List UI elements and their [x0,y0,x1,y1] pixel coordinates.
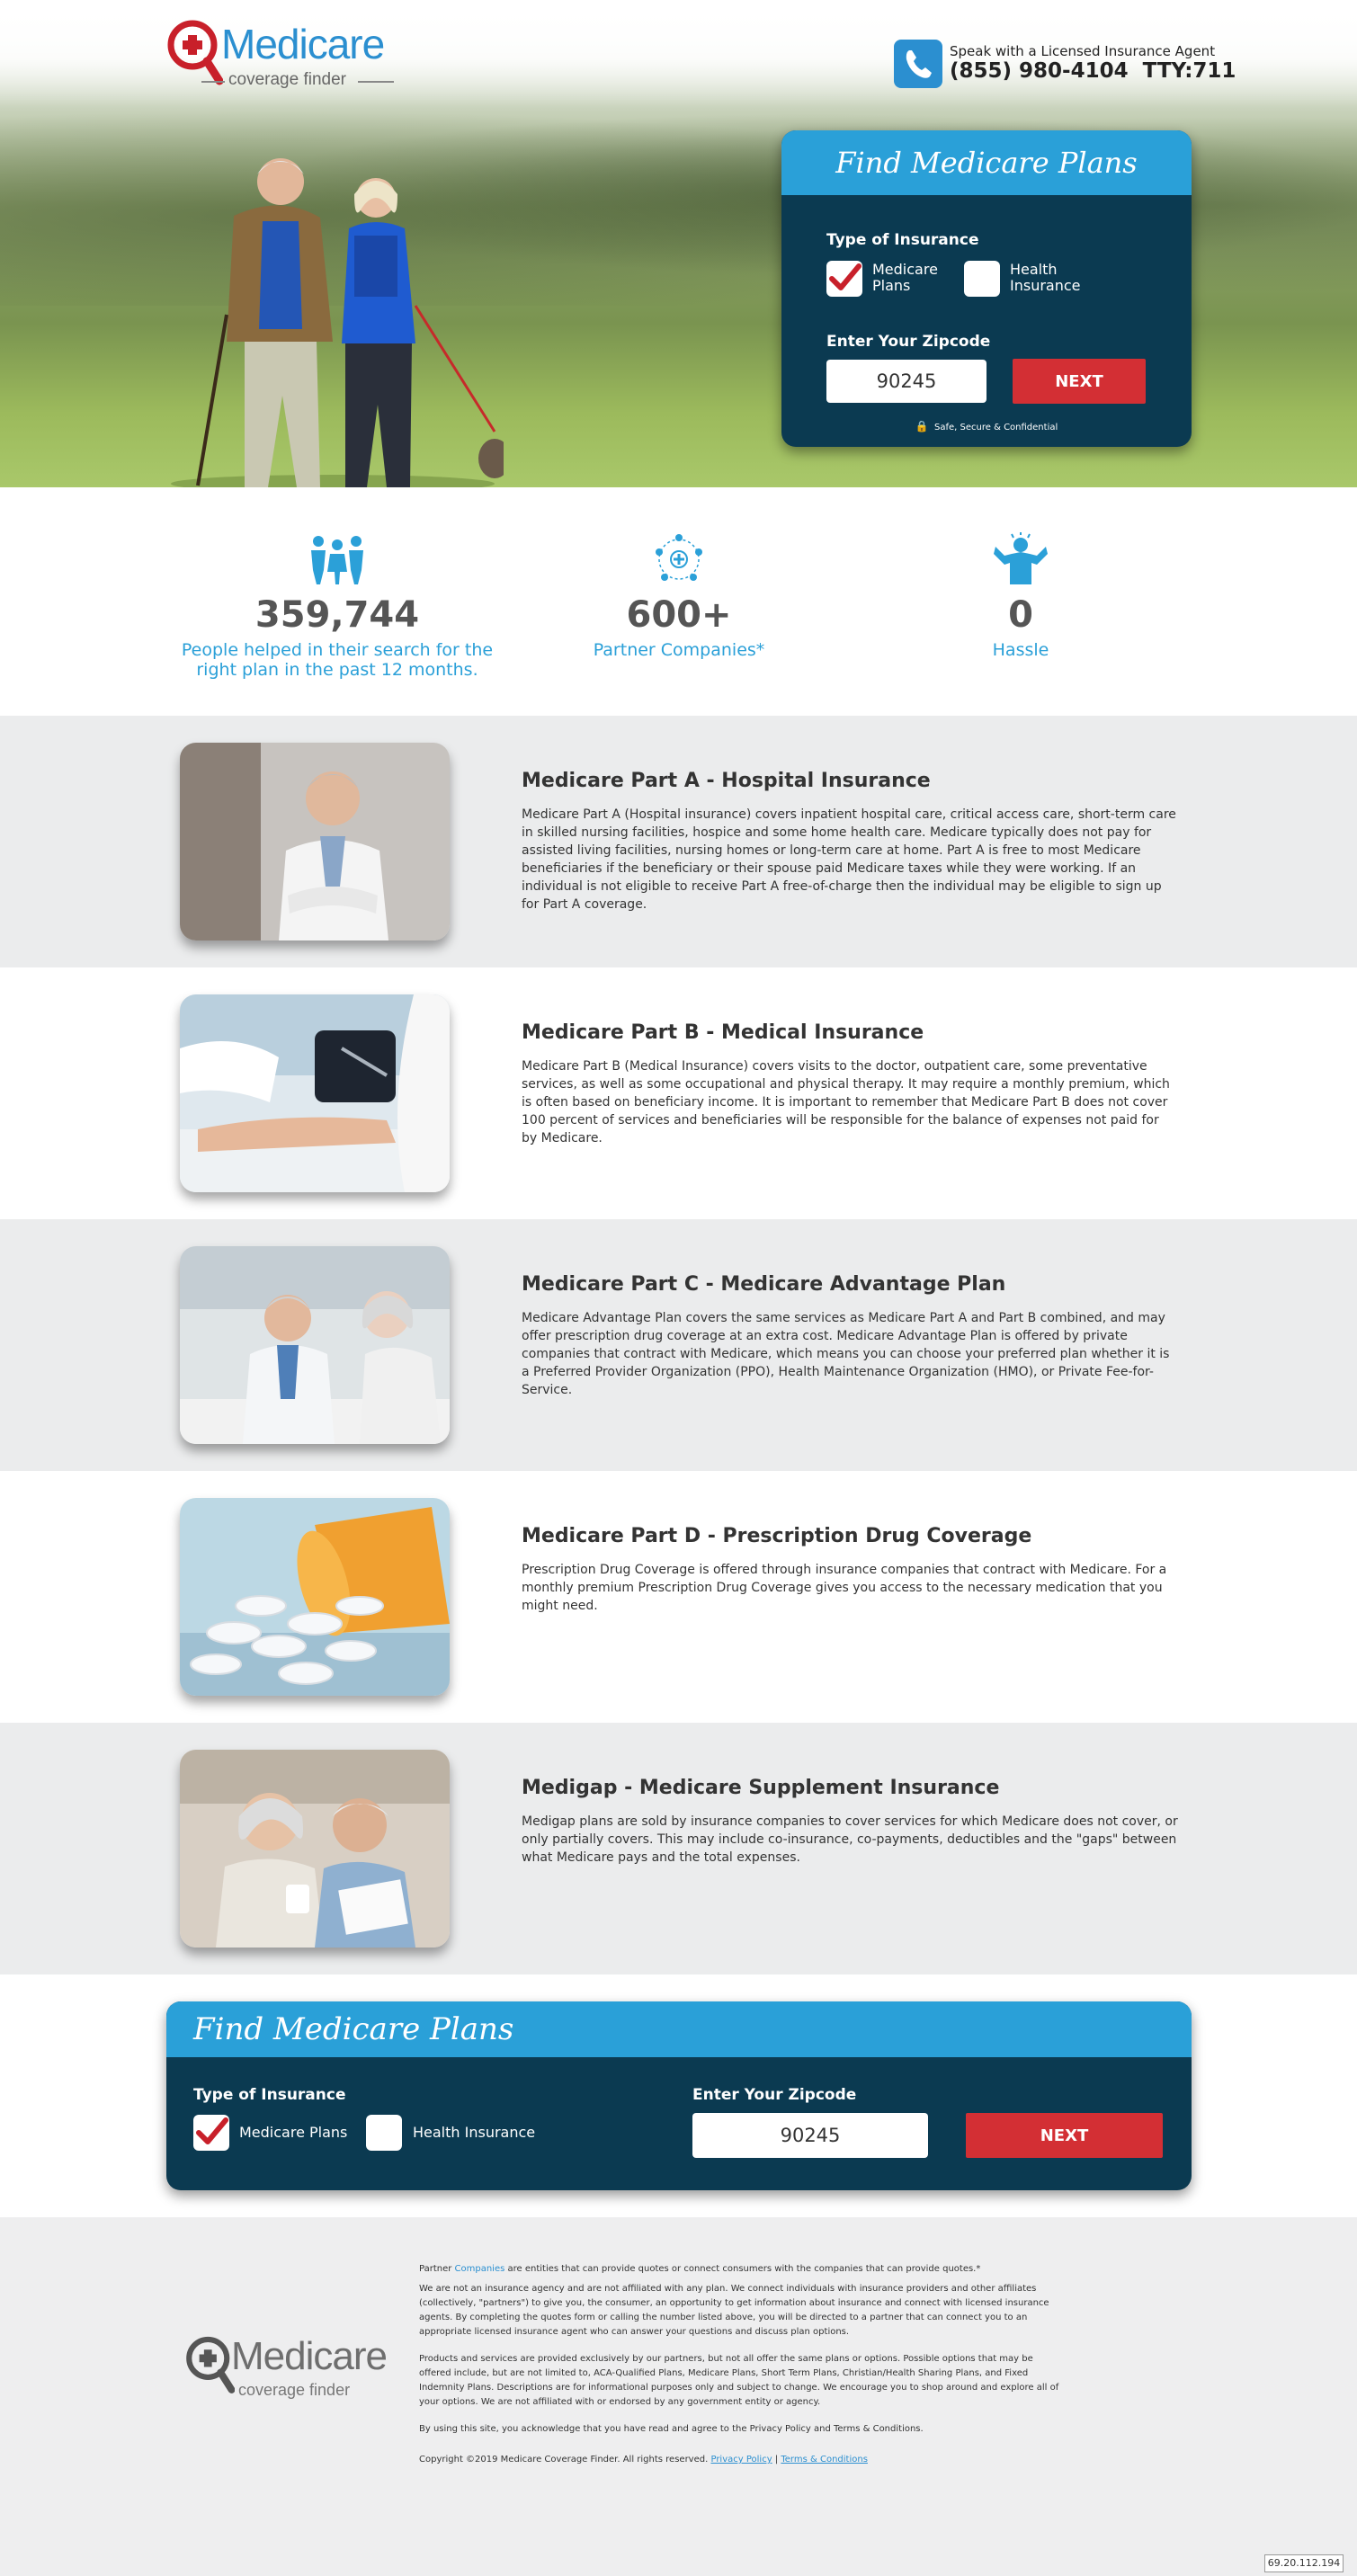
logo-rule-right [358,81,394,83]
logo-wordmark: Medicare [221,21,385,67]
acknowledge-text: By using this site, you acknowledge that… [419,2424,924,2434]
stats-bar: 359,744 People helped in their search fo… [0,487,1357,716]
header-phone-contact[interactable]: Speak with a Licensed Insurance Agent (8… [894,40,1236,90]
section-text: Medicare Part B (Medical Insurance) cove… [522,1059,1170,1145]
brand-logo[interactable]: Medicare coverage finder [165,18,417,99]
section-text: Medicare Part A (Hospital insurance) cov… [522,807,1176,912]
section-title: Medicare Part C - Medicare Advantage Pla… [522,1273,1006,1296]
section-title: Medicare Part B - Medical Insurance [522,1021,924,1044]
lock-icon: 🔒 [915,420,929,432]
medicare-plans-checkbox[interactable] [826,261,862,297]
doctor-portrait-image [180,743,450,940]
section-part-a: Medicare Part A - Hospital Insurance Med… [0,716,1357,967]
zipcode-label: Enter Your Zipcode [692,2086,857,2104]
section-part-b: Medicare Part B - Medical Insurance Medi… [0,967,1357,1219]
stat-people-text: People helped in their search for the ri… [181,640,494,680]
stat-hassle-text: Hassle [992,640,1049,660]
section-title: Medigap - Medicare Supplement Insurance [522,1777,1000,1799]
network-icon [656,534,702,581]
stat-partners: 600+ Partner Companies* [508,532,850,660]
hero-couple-image [171,158,504,487]
health-insurance-checkbox[interactable] [964,261,1000,297]
health-insurance-label[interactable]: Health Insurance [413,2125,535,2141]
section-text: Medigap plans are sold by insurance comp… [522,1814,1178,1865]
insurance-type-label: Type of Insurance [826,231,979,249]
doctor-consultation-image [180,1246,450,1444]
bottom-quote-form: Find Medicare Plans Type of Insurance Me… [166,2001,1192,2190]
partner-disclaimer: Partner Companies are entities that can … [419,2264,981,2274]
people-icon [311,536,363,584]
health-insurance-label[interactable]: Health Insurance [1010,262,1091,294]
next-button[interactable]: NEXT [1013,359,1146,404]
companies-link[interactable]: Companies [455,2264,505,2274]
section-part-c: Medicare Part C - Medicare Advantage Pla… [0,1219,1357,1471]
medicare-plans-label[interactable]: Medicare Plans [872,262,944,294]
zipcode-input[interactable] [826,360,987,403]
health-insurance-checkbox[interactable] [366,2115,402,2151]
medicare-plans-checkbox[interactable] [193,2115,229,2151]
logo-rule-left [201,81,225,83]
checkmark-icon [829,263,862,290]
hero-quote-form: Find Medicare Plans Type of Insurance Me… [781,130,1192,447]
magnifier-cross-icon [186,2336,235,2393]
phone-caption: Speak with a Licensed Insurance Agent [950,43,1216,59]
stat-hassle-number: 0 [1008,594,1033,636]
bottom-form-section: Find Medicare Plans Type of Insurance Me… [0,1974,1357,2217]
stat-partners-text: Partner Companies* [593,640,765,660]
magnifier-cross-icon [167,20,223,85]
insurance-type-label: Type of Insurance [193,2086,346,2104]
footer: Medicare coverage finder Partner Compani… [0,2217,1357,2576]
copyright-line: Copyright ©2019 Medicare Coverage Finder… [419,2455,868,2465]
hero-banner: Medicare coverage finder Speak with a Li… [0,0,1357,487]
section-title: Medicare Part D - Prescription Drug Cove… [522,1525,1032,1547]
stat-hassle: 0 Hassle [850,532,1192,660]
logo-wordmark: Medicare [231,2334,388,2378]
zipcode-input[interactable] [692,2113,928,2158]
medicare-plans-label[interactable]: Medicare Plans [239,2125,347,2141]
next-button[interactable]: NEXT [966,2113,1163,2158]
phone-number[interactable]: (855) 980-4104 TTY:711 [950,59,1236,83]
stat-people-helped: 359,744 People helped in their search fo… [166,532,508,680]
hero-form-title: Find Medicare Plans [781,130,1192,195]
no-stress-icon [994,532,1048,584]
secure-notice: 🔒 Safe, Secure & Confidential [915,420,1058,432]
terms-link[interactable]: Terms & Conditions [781,2455,868,2465]
checkmark-icon [196,2117,228,2144]
pills-bottle-image [180,1498,450,1696]
logo-tagline: coverage finder [228,70,346,89]
agency-disclaimer: We are not an insurance agency and are n… [419,2284,1049,2337]
phone-icon [894,40,942,88]
stat-people-number: 359,744 [254,594,420,636]
bottom-form-title: Find Medicare Plans [166,2001,1192,2057]
logo-tagline: coverage finder [238,2381,351,2399]
zipcode-label: Enter Your Zipcode [826,333,991,351]
section-medigap: Medigap - Medicare Supplement Insurance … [0,1723,1357,1974]
senior-couple-image [180,1750,450,1948]
ip-address-badge: 69.20.112.194 [1264,2554,1344,2572]
section-text: Prescription Drug Coverage is offered th… [522,1563,1167,1613]
section-part-d: Medicare Part D - Prescription Drug Cove… [0,1471,1357,1723]
products-disclaimer: Products and services are provided exclu… [419,2354,1059,2407]
blood-pressure-image [180,994,450,1192]
privacy-policy-link[interactable]: Privacy Policy [710,2455,772,2465]
footer-logo[interactable]: Medicare coverage finder [184,2334,400,2406]
section-title: Medicare Part A - Hospital Insurance [522,770,931,792]
section-text: Medicare Advantage Plan covers the same … [522,1311,1170,1397]
stat-partners-number: 600+ [626,594,732,636]
